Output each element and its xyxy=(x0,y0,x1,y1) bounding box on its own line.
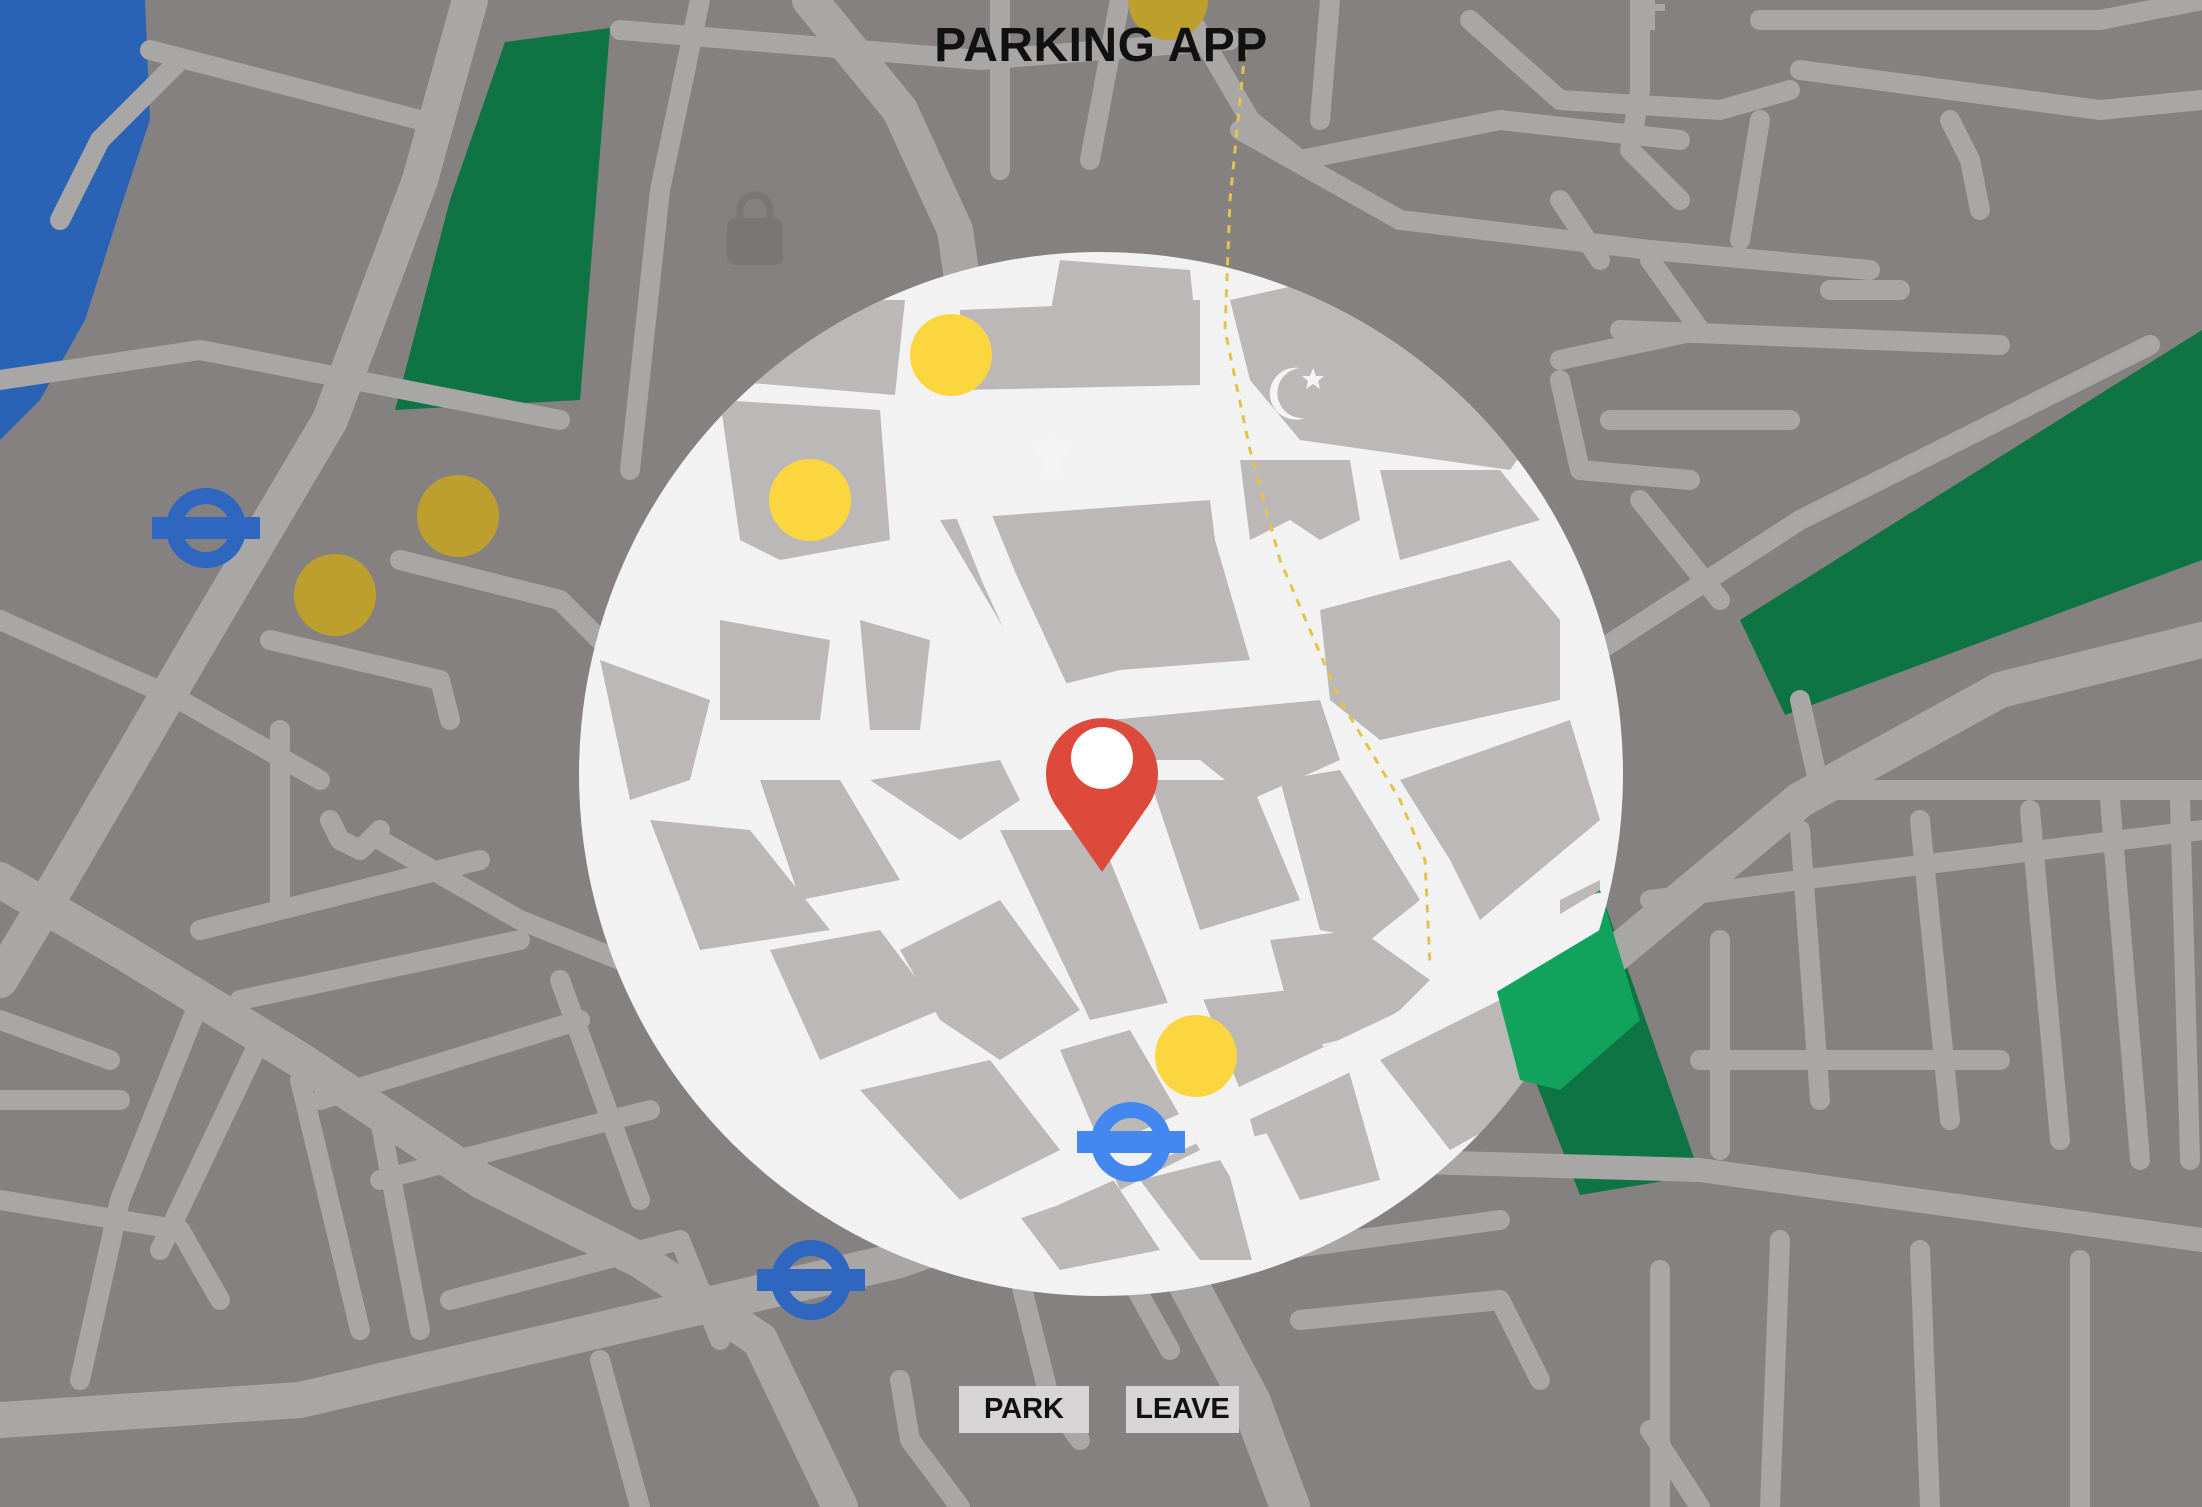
leave-button[interactable]: LEAVE xyxy=(1126,1386,1239,1433)
parking-spot-icon[interactable] xyxy=(1155,1015,1237,1097)
map-view[interactable] xyxy=(0,0,2202,1507)
park-button[interactable]: PARK xyxy=(959,1386,1089,1433)
parking-spot-icon[interactable] xyxy=(910,314,992,396)
parking-spot-icon[interactable] xyxy=(417,475,499,557)
parking-app: PARKING APP PARK LEAVE xyxy=(0,0,2202,1507)
app-title: PARKING APP xyxy=(934,19,1268,72)
parking-spot-icon[interactable] xyxy=(294,554,376,636)
parking-spot-icon[interactable] xyxy=(769,459,851,541)
